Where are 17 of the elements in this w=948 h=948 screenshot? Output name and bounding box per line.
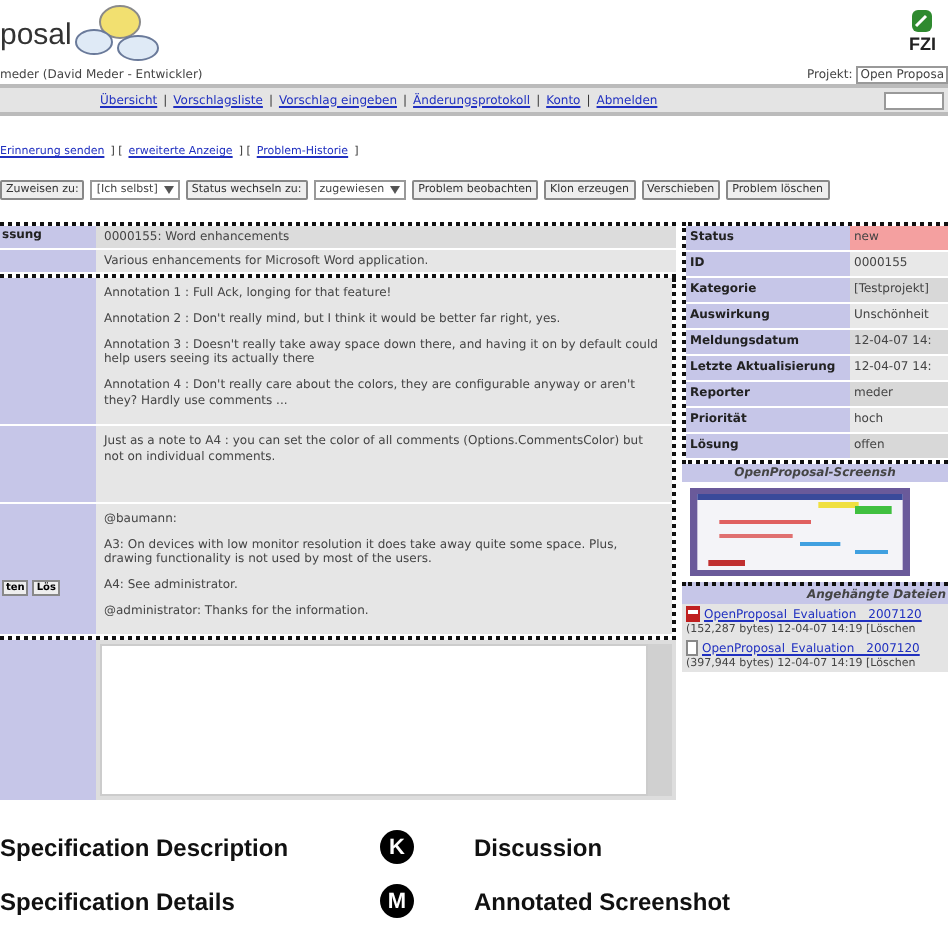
legend-label: Annotated Screenshot [474, 887, 731, 915]
scrollbar[interactable] [648, 643, 672, 796]
logo-text: posal [0, 17, 72, 51]
legend-label: Discussion [474, 833, 603, 861]
label-cell [0, 250, 96, 272]
org-logo-text: FZI [909, 34, 936, 54]
legend-label: Specification Details [0, 887, 237, 915]
dropdown-arrow-icon [390, 186, 401, 194]
marker-badge: K [380, 830, 414, 864]
dropdown-arrow-icon [163, 186, 174, 194]
jump-field[interactable] [884, 91, 944, 109]
legend-label: Specification Description [0, 833, 291, 861]
comment-field[interactable] [100, 643, 648, 796]
marker-badge: M [380, 884, 414, 918]
pdf-file-icon [686, 606, 700, 622]
document-icon [686, 640, 698, 656]
speech-bubbles-icon [71, 4, 164, 64]
